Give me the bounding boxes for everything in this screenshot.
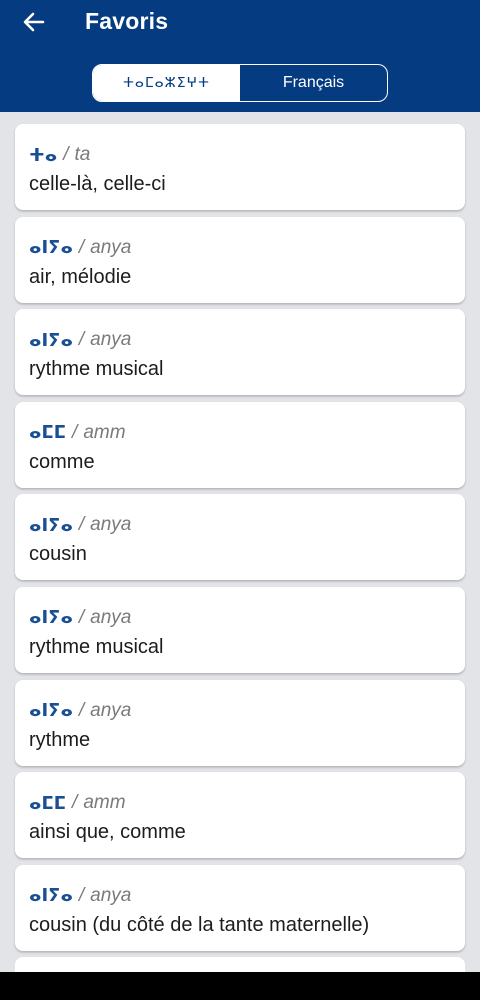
back-button[interactable] xyxy=(18,6,50,38)
entry-meaning: cousin xyxy=(29,543,87,566)
list-item[interactable]: ⴰⵎⵎ / amm ainsi que, comme xyxy=(15,772,465,859)
entry-separator: / xyxy=(63,144,69,165)
entry-latin: anya xyxy=(90,236,132,258)
entry-latin: anya xyxy=(90,329,132,351)
entry-header: ⴰⵏⵢⴰ / anya xyxy=(29,235,131,261)
app-header: Favoris ⵜⴰⵎⴰⵣⵉⵖⵜ Français xyxy=(0,0,480,112)
entry-header: ⴰⵎⵎ / amm xyxy=(29,790,126,816)
entry-header: ⴰⵏⵢⴰ / anya xyxy=(29,883,131,909)
entry-separator: / xyxy=(78,329,85,351)
system-nav-bar xyxy=(0,972,480,1000)
entry-tifinagh: ⴰⵏⵢⴰ xyxy=(29,514,73,536)
entry-separator: / xyxy=(78,236,85,258)
entry-latin: anya xyxy=(90,884,132,906)
list-item[interactable]: ⴰⵏⵢⴰ / anya rythme xyxy=(15,679,465,766)
favorites-list: ⵜⴰ / ta celle-là, celle-ci ⴰⵏⵢⴰ / anya a… xyxy=(15,124,465,957)
entry-meaning: comme xyxy=(29,450,95,473)
toggle-tifinagh[interactable]: ⵜⴰⵎⴰⵣⵉⵖⵜ xyxy=(93,65,240,101)
entry-latin: amm xyxy=(83,421,126,443)
entry-header: ⴰⵎⵎ / amm xyxy=(29,420,126,446)
entry-latin: anya xyxy=(90,606,132,628)
entry-separator: / xyxy=(78,699,85,721)
entry-tifinagh: ⴰⵎⵎ xyxy=(29,422,67,444)
entry-separator: / xyxy=(72,792,78,814)
entry-separator: / xyxy=(78,606,85,628)
entry-latin: ta xyxy=(74,144,91,165)
entry-separator: / xyxy=(78,514,85,536)
entry-meaning: rythme xyxy=(29,728,91,751)
entry-tifinagh: ⴰⵏⵢⴰ xyxy=(29,700,73,722)
list-item[interactable]: ⵜⴰ / ta celle-là, celle-ci xyxy=(15,124,465,210)
entry-meaning: celle-là, celle-ci xyxy=(29,173,166,195)
entry-meaning: rythme musical xyxy=(29,358,164,381)
entry-latin: amm xyxy=(83,792,126,814)
entry-tifinagh: ⴰⵏⵢⴰ xyxy=(29,885,73,907)
entry-header: ⵜⴰ / ta xyxy=(29,142,90,168)
entry-separator: / xyxy=(78,884,85,906)
list-item-partial xyxy=(15,957,465,972)
entry-header: ⴰⵏⵢⴰ / anya xyxy=(29,512,131,538)
page-title: Favoris xyxy=(85,8,169,34)
entry-meaning: cousin (du côté de la tante maternelle) xyxy=(29,913,370,936)
entry-meaning: rythme musical xyxy=(29,635,164,658)
entry-meaning: air, mélodie xyxy=(29,265,132,288)
entry-latin: anya xyxy=(90,514,132,536)
arrow-left-icon xyxy=(23,12,45,32)
language-toggle: ⵜⴰⵎⴰⵣⵉⵖⵜ Français xyxy=(92,64,388,102)
entry-header: ⴰⵏⵢⴰ / anya xyxy=(29,327,131,353)
list-item[interactable]: ⴰⵏⵢⴰ / anya air, mélodie xyxy=(15,216,465,303)
toggle-french[interactable]: Français xyxy=(240,65,387,101)
entry-tifinagh: ⴰⵎⵎ xyxy=(29,792,67,814)
list-item[interactable]: ⴰⵏⵢⴰ / anya rythme musical xyxy=(15,586,465,673)
entry-tifinagh: ⵜⴰ xyxy=(29,144,58,166)
list-item[interactable]: ⴰⵏⵢⴰ / anya cousin (du côté de la tante … xyxy=(15,864,465,951)
entry-separator: / xyxy=(72,421,78,443)
entry-tifinagh: ⴰⵏⵢⴰ xyxy=(29,237,73,259)
list-item[interactable]: ⴰⵎⵎ / amm comme xyxy=(15,401,465,488)
entry-header: ⴰⵏⵢⴰ / anya xyxy=(29,698,131,724)
entry-header: ⴰⵏⵢⴰ / anya xyxy=(29,605,131,631)
list-item[interactable]: ⴰⵏⵢⴰ / anya cousin xyxy=(15,494,465,581)
entry-latin: anya xyxy=(90,699,132,721)
entry-tifinagh: ⴰⵏⵢⴰ xyxy=(29,329,73,351)
entry-tifinagh: ⴰⵏⵢⴰ xyxy=(29,607,73,629)
list-item[interactable]: ⴰⵏⵢⴰ / anya rythme musical xyxy=(15,309,465,396)
entry-meaning: ainsi que, comme xyxy=(29,821,186,844)
